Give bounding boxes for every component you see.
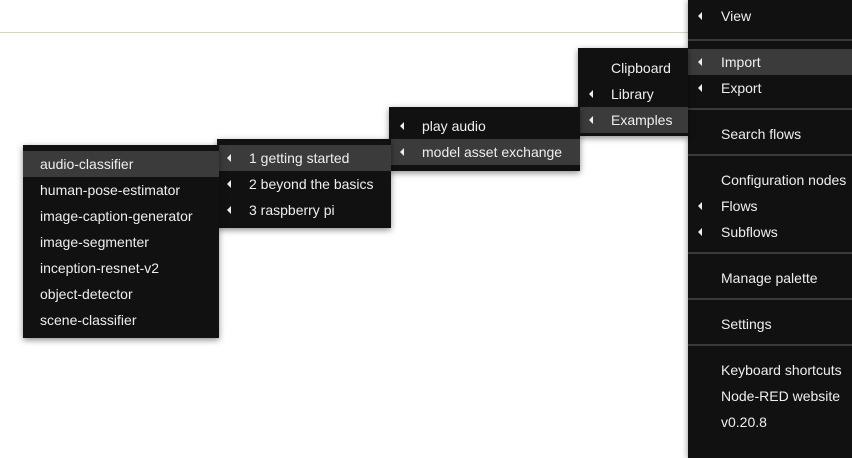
menu-item-image-segmenter[interactable]: image-segmenter: [23, 229, 219, 255]
menu-item-label: Flows: [721, 198, 758, 214]
menu-item-label: Manage palette: [721, 270, 818, 286]
menu-item-inception-resnet-v2[interactable]: inception-resnet-v2: [23, 255, 219, 281]
getting-started-submenu: audio-classifier human-pose-estimator im…: [23, 145, 219, 338]
menu-item-label: Configuration nodes: [721, 172, 847, 188]
menu-separator: [688, 252, 852, 254]
menu-item-play-audio[interactable]: play audio: [389, 113, 580, 139]
menu-item-label: image-segmenter: [40, 234, 149, 250]
menu-item-manage-palette[interactable]: Manage palette: [688, 265, 852, 291]
menu-item-label: inception-resnet-v2: [40, 260, 160, 276]
menu-item-label: Library: [611, 86, 654, 102]
menu-item-scene-classifier[interactable]: scene-classifier: [23, 307, 219, 333]
menu-item-clipboard[interactable]: Clipboard: [578, 55, 688, 81]
menu-item-label: human-pose-estimator: [40, 182, 181, 198]
menu-item-label: scene-classifier: [40, 312, 137, 328]
menu-separator: [688, 298, 852, 300]
menu-item-version[interactable]: v0.20.8: [688, 409, 852, 435]
menu-item-audio-classifier[interactable]: audio-classifier: [23, 151, 219, 177]
menu-item-image-caption-generator[interactable]: image-caption-generator: [23, 203, 219, 229]
caret-left-icon: [698, 58, 702, 66]
caret-left-icon: [698, 12, 702, 20]
menu-item-import[interactable]: Import: [688, 49, 852, 75]
examples-submenu: play audio model asset exchange: [389, 107, 580, 171]
menu-item-export[interactable]: Export: [688, 75, 852, 101]
menu-item-settings[interactable]: Settings: [688, 311, 852, 337]
menu-item-search-flows[interactable]: Search flows: [688, 121, 852, 147]
menu-item-flows[interactable]: Flows: [688, 193, 852, 219]
menu-separator: [688, 39, 852, 41]
menu-item-label: Export: [721, 80, 762, 96]
menu-separator: [688, 344, 852, 346]
menu-item-label: image-caption-generator: [40, 208, 193, 224]
caret-left-icon: [400, 148, 404, 156]
menu-item-object-detector[interactable]: object-detector: [23, 281, 219, 307]
menu-item-label: audio-classifier: [40, 156, 134, 172]
menu-item-label: model asset exchange: [422, 144, 563, 160]
caret-left-icon: [698, 228, 702, 236]
header-divider: [0, 32, 688, 33]
menu-item-subflows[interactable]: Subflows: [688, 219, 852, 245]
menu-item-label: 2 beyond the basics: [249, 176, 374, 192]
menu-item-view[interactable]: View: [688, 3, 852, 29]
menu-item-label: Examples: [611, 112, 673, 128]
caret-left-icon: [589, 116, 593, 124]
menu-separator: [688, 108, 852, 110]
menu-item-configuration-nodes[interactable]: Configuration nodes: [688, 167, 852, 193]
caret-left-icon: [400, 122, 404, 130]
menu-item-label: View: [721, 8, 752, 24]
menu-item-label: Keyboard shortcuts: [721, 362, 842, 378]
menu-item-label: Node-RED website: [721, 388, 841, 404]
menu-item-human-pose-estimator[interactable]: human-pose-estimator: [23, 177, 219, 203]
caret-left-icon: [589, 90, 593, 98]
menu-item-label: Search flows: [721, 126, 802, 142]
main-menu: View Import Export Search flows Configur…: [688, 0, 852, 458]
menu-item-raspberry-pi[interactable]: 3 raspberry pi: [217, 197, 391, 223]
import-submenu: Clipboard Library Examples: [578, 48, 688, 136]
menu-item-getting-started[interactable]: 1 getting started: [217, 145, 391, 171]
menu-item-label: 1 getting started: [249, 150, 350, 166]
menu-item-label: object-detector: [40, 286, 133, 302]
menu-item-label: Subflows: [721, 224, 778, 240]
caret-left-icon: [227, 154, 231, 162]
menu-item-examples[interactable]: Examples: [578, 107, 688, 133]
caret-left-icon: [227, 180, 231, 188]
menu-item-node-red-website[interactable]: Node-RED website: [688, 383, 852, 409]
menu-separator: [688, 154, 852, 156]
menu-item-label: 3 raspberry pi: [249, 202, 335, 218]
model-asset-exchange-submenu: 1 getting started 2 beyond the basics 3 …: [217, 139, 391, 228]
menu-item-label: Import: [721, 54, 761, 70]
menu-item-label: v0.20.8: [721, 414, 767, 430]
caret-left-icon: [227, 206, 231, 214]
menu-item-beyond-the-basics[interactable]: 2 beyond the basics: [217, 171, 391, 197]
menu-item-label: play audio: [422, 118, 486, 134]
caret-left-icon: [698, 202, 702, 210]
menu-item-label: Clipboard: [611, 60, 671, 76]
menu-item-label: Settings: [721, 316, 772, 332]
menu-item-keyboard-shortcuts[interactable]: Keyboard shortcuts: [688, 357, 852, 383]
caret-left-icon: [698, 84, 702, 92]
menu-item-library[interactable]: Library: [578, 81, 688, 107]
menu-item-model-asset-exchange[interactable]: model asset exchange: [389, 139, 580, 165]
